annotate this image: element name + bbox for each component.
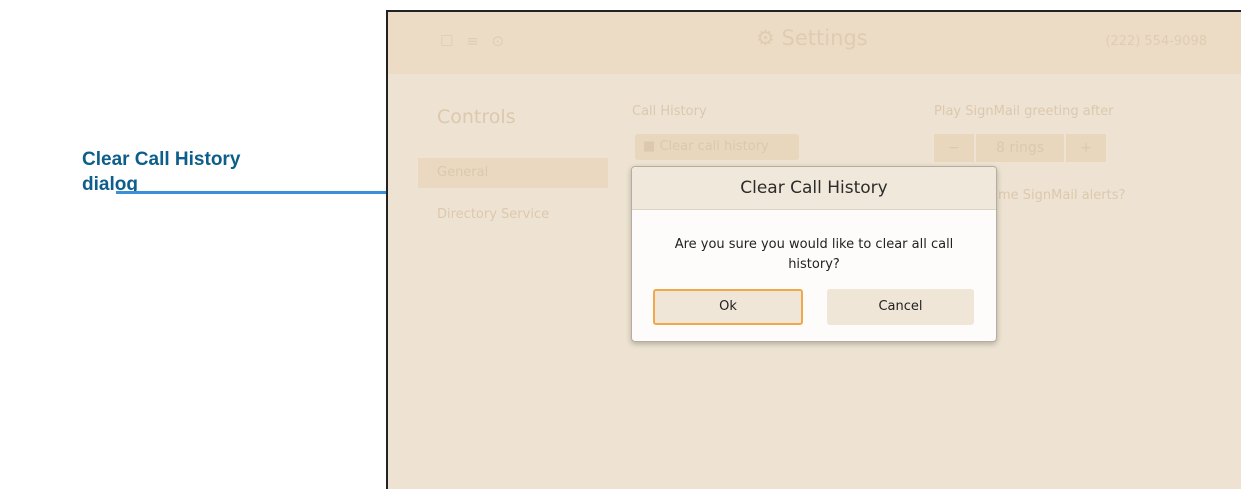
signmail-alerts-label: me SignMail alerts? — [998, 188, 1126, 203]
callout-line-1: Clear Call History — [82, 149, 241, 170]
signmail-greeting-label: Play SignMail greeting after — [934, 104, 1114, 119]
trash-icon: ■ — [643, 139, 656, 154]
rings-value: 8 rings — [976, 134, 1064, 162]
call-history-label: Call History — [632, 104, 707, 119]
gear-icon: ⚙ — [756, 26, 775, 50]
clear-call-history-label: Clear call history — [659, 139, 769, 154]
sidebar-item-directory-service[interactable]: Directory Service — [437, 207, 549, 222]
cancel-button[interactable]: Cancel — [827, 289, 974, 325]
device-screen: ☐ ≡ ⊙ ⚙ Settings (222) 554-9098 Controls… — [386, 10, 1241, 489]
top-bar: ☐ ≡ ⊙ ⚙ Settings (222) 554-9098 — [388, 12, 1241, 74]
sidebar-item-label: Directory Service — [437, 207, 550, 222]
dialog-message: Are you sure you would like to clear all… — [674, 237, 954, 272]
clear-call-history-dialog: Clear Call History Are you sure you woul… — [631, 166, 997, 342]
status-icons: ☐ ≡ ⊙ — [440, 32, 509, 50]
rings-increment-button[interactable]: + — [1066, 134, 1106, 162]
phone-number: (222) 554-9098 — [1105, 34, 1207, 49]
ok-button[interactable]: Ok — [653, 289, 803, 325]
callout-label: Clear Call History dialog — [82, 147, 240, 197]
rings-decrement-button[interactable]: − — [934, 134, 974, 162]
sidebar-title: Controls — [437, 106, 516, 128]
clear-call-history-button[interactable]: ■ Clear call history — [635, 134, 799, 160]
dialog-title: Clear Call History — [632, 167, 996, 210]
page-title-group: ⚙ Settings — [756, 26, 868, 50]
sidebar-item-general[interactable]: General — [418, 158, 608, 188]
sidebar-item-label: General — [437, 165, 489, 180]
page-title: Settings — [781, 26, 868, 50]
